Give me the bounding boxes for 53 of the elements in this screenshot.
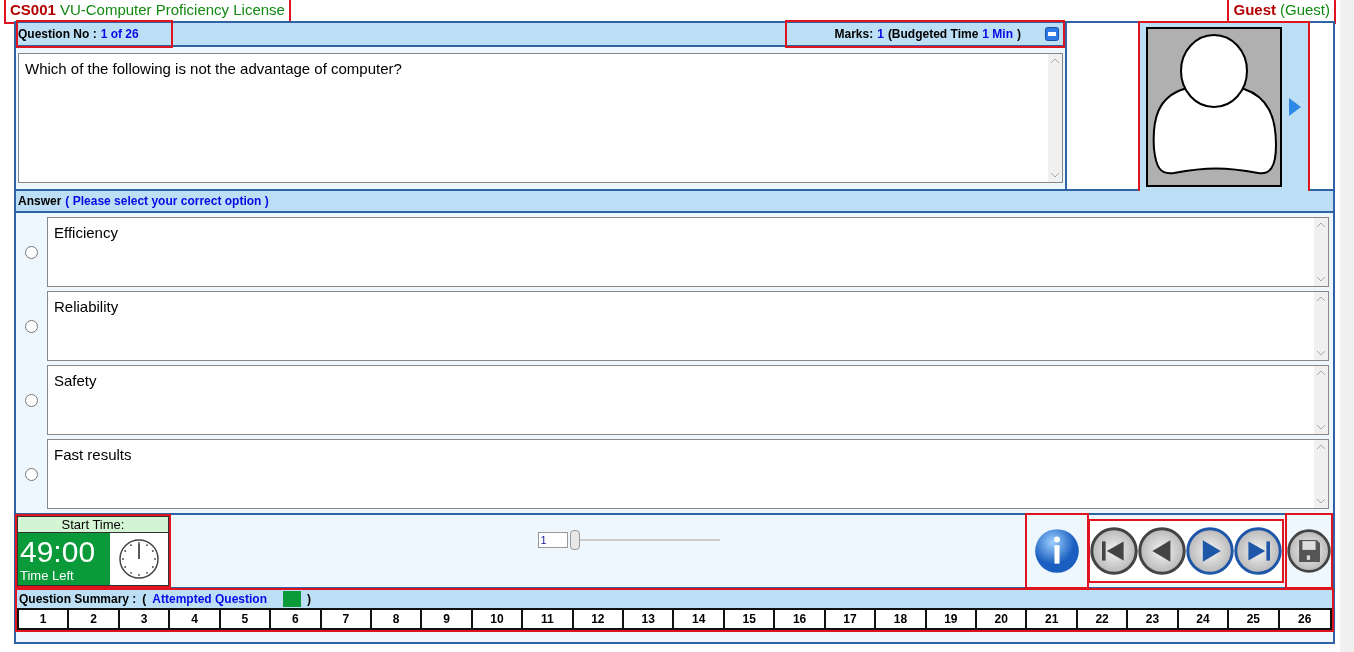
answer-hint: ( Please select your correct option ) — [65, 193, 269, 210]
scroll-down-icon[interactable] — [1317, 277, 1325, 282]
slider-thumb[interactable] — [569, 530, 580, 550]
course-code: CS001 — [10, 0, 56, 21]
option-text: Efficiency — [53, 223, 119, 243]
question-slider[interactable] — [569, 530, 720, 550]
scroll-up-icon[interactable] — [1317, 222, 1325, 227]
scroll-up-icon[interactable] — [1317, 370, 1325, 375]
time-left-label: Time Left — [20, 567, 75, 583]
scroll-down-icon[interactable] — [1317, 499, 1325, 504]
option-box[interactable]: Efficiency — [47, 217, 1329, 287]
option-text: Safety — [53, 371, 98, 391]
scroll-down-icon[interactable] — [1317, 351, 1325, 356]
marks-label: Marks: — [834, 26, 874, 43]
marks-value: 1 — [877, 26, 884, 43]
budgeted-time-label: (Budgeted Time — [887, 26, 979, 43]
user-name: Guest — [1233, 0, 1276, 21]
next-button[interactable] — [1186, 527, 1234, 575]
option-text: Reliability — [53, 297, 120, 317]
option-box[interactable]: Reliability — [47, 291, 1329, 361]
option-radio[interactable] — [25, 245, 38, 259]
last-button[interactable] — [1234, 527, 1282, 575]
option-box[interactable]: Safety — [47, 365, 1329, 435]
option-radio[interactable] — [25, 393, 38, 407]
summary-open-parenthesis: ( — [142, 591, 147, 608]
scroll-up-icon[interactable] — [1317, 296, 1325, 301]
answer-label: Answer — [18, 193, 62, 210]
option-radio[interactable] — [25, 319, 38, 333]
question-jump-field[interactable]: 1 — [537, 532, 568, 548]
option-text: Fast results — [53, 445, 133, 465]
user-role: (Guest) — [1280, 0, 1330, 21]
closing-parenthesis: ) — [1017, 26, 1021, 43]
option-box[interactable]: Fast results — [47, 439, 1329, 509]
scroll-down-icon[interactable] — [1317, 425, 1325, 430]
minimize-icon[interactable] — [1045, 27, 1059, 41]
course-title: VU-Computer Proficiency License — [59, 0, 285, 21]
question-text: Which of the following is not the advantage of computer? — [24, 59, 403, 79]
scroll-down-icon[interactable] — [1051, 173, 1059, 178]
time-left-value: 49:00 — [20, 535, 97, 568]
start-time-label: Start Time: — [18, 517, 168, 533]
save-icon[interactable] — [1287, 527, 1331, 575]
budgeted-time: 1 Min — [982, 26, 1013, 43]
info-icon[interactable] — [1034, 528, 1080, 574]
question-number-label: Question No : — [18, 26, 97, 43]
question-number: 1 of 26 — [100, 26, 139, 43]
legend-label: Attempted Question — [152, 591, 268, 608]
summary-label: Question Summary : — [19, 591, 137, 608]
scroll-up-icon[interactable] — [1051, 58, 1059, 63]
expand-arrow-icon[interactable] — [1288, 97, 1302, 117]
summary-close-parenthesis: ) — [307, 591, 312, 608]
option-radio[interactable] — [25, 467, 38, 481]
clock-icon — [118, 538, 160, 580]
scroll-up-icon[interactable] — [1317, 444, 1325, 449]
